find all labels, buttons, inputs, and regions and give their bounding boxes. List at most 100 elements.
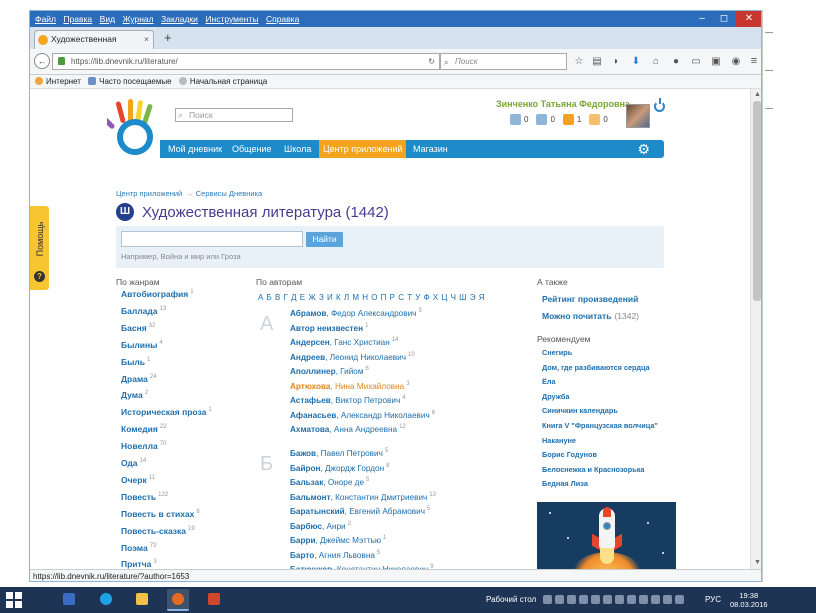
menu-bookmarks[interactable]: Закладки [161,11,198,27]
author-link[interactable]: Байрон, Джордж Гордон 8 [290,463,389,473]
also-link[interactable]: Можно почитать (1342) [542,311,639,321]
dnevnik-logo[interactable] [107,99,161,157]
address-bar[interactable]: https://lib.dnevnik.ru/literature/ ↻ [52,53,440,70]
also-link[interactable]: Рейтинг произведений [542,294,641,304]
menu-help[interactable]: Справка [266,11,299,27]
recommended-book-link[interactable]: Ёла [542,377,556,386]
author-link[interactable]: Артюхова, Нина Михайловна 3 [290,381,410,391]
genre-link[interactable]: Историческая проза 1 [121,407,212,417]
tray-icon[interactable] [639,595,648,604]
pocket-icon[interactable]: ◗ [610,55,622,68]
author-link[interactable]: Баратынский, Евгений Абрамович 5 [290,506,430,516]
breadcrumb-services[interactable]: Сервисы Дневника [196,189,262,198]
find-button[interactable]: Найти [306,232,343,247]
genre-link[interactable]: Автобиография 1 [121,289,194,299]
close-tab-icon[interactable]: × [144,31,149,48]
vertical-scrollbar[interactable]: ▲ ▼ [750,89,761,569]
synced-tabs-icon[interactable]: ▭ [690,55,702,68]
back-button[interactable]: ← [34,53,50,69]
genre-link[interactable]: Дума 2 [121,390,148,400]
hamburger-menu-icon[interactable]: ≡ [748,55,760,68]
home-icon[interactable]: ⌂ [650,55,662,68]
screenshot-icon[interactable]: ▣ [710,55,722,68]
genre-link[interactable]: Былины 4 [121,340,163,350]
tray-icon[interactable] [567,595,576,604]
taskbar-skype-icon[interactable] [95,589,117,611]
recommended-book-link[interactable]: Дружба [542,392,569,401]
author-link[interactable]: Астафьев, Виктор Петрович 4 [290,395,406,405]
maximize-button[interactable]: ◻ [713,11,735,27]
recommended-book-link[interactable]: Борис Годунов [542,450,597,459]
desktop-label[interactable]: Рабочий стол [486,587,536,613]
author-link[interactable]: Афанасьев, Александр Николаевич 6 [290,410,435,420]
author-link[interactable]: Автор неизвестен 1 [290,323,368,333]
genre-link[interactable]: Поэма 73 [121,543,156,553]
recommended-book-link[interactable]: Снегирь [542,348,572,357]
user-name[interactable]: Зинченко Татьяна Федоровна [496,99,630,109]
alphabet-index[interactable]: А Б В Г Д Е Ж З И К Л М Н О П Р С Т У Ф … [258,293,485,302]
nav-communication[interactable]: Общение [232,140,271,158]
tray-icon[interactable] [543,595,552,604]
menu-tools[interactable]: Инструменты [205,11,258,27]
recommended-book-link[interactable]: Бедная Лиза [542,479,588,488]
recommended-book-link[interactable]: Синичкин календарь [542,406,618,415]
library-search-input[interactable] [121,231,303,247]
genre-link[interactable]: Повесть 122 [121,492,168,502]
taskbar-explorer-icon[interactable] [131,589,153,611]
bookmark-start-page[interactable]: Начальная страница [178,75,267,89]
genre-link[interactable]: Повесть-сказка 19 [121,526,195,536]
notification-icon[interactable] [562,114,574,125]
genre-link[interactable]: Комедия 22 [121,424,167,434]
windows-start-icon[interactable] [6,592,22,608]
genre-link[interactable]: Ода 14 [121,458,146,468]
browser-search-input[interactable]: ⌕ Поиск [440,53,567,70]
tray-icon[interactable] [663,595,672,604]
genre-link[interactable]: Новелла 70 [121,441,166,451]
menu-history[interactable]: Журнал [123,11,154,27]
clock[interactable]: 19:38 08.03.2016 [730,591,768,609]
bookmarks-list-icon[interactable]: ▤ [591,55,603,68]
rocket-banner-image[interactable] [537,502,676,569]
nav-app-center[interactable]: Центр приложений [319,140,407,158]
language-indicator[interactable]: РУС [705,587,721,613]
addon-icon[interactable]: ◉ [730,55,742,68]
browser-tab[interactable]: Художественная литерат... × [34,30,154,61]
recommended-book-link[interactable]: Накануне [542,436,576,445]
taskbar-save-icon[interactable] [58,589,80,611]
help-tab[interactable]: Помощь ? [30,206,49,290]
downloads-icon[interactable]: ⬇ [630,55,642,68]
author-link[interactable]: Андреев, Леонид Николаевич 10 [290,352,415,362]
menu-file[interactable]: Файл [35,11,56,27]
nav-school[interactable]: Школа [284,140,311,158]
genre-link[interactable]: Очерк 11 [121,475,155,485]
tray-icon[interactable] [675,595,684,604]
calendar-icon[interactable] [589,114,601,125]
genre-link[interactable]: Притча 3 [121,559,157,569]
genre-link[interactable]: Повесть в стихах 6 [121,509,200,519]
close-window-button[interactable]: ✕ [735,11,761,27]
tray-icon[interactable] [603,595,612,604]
bookmark-internet[interactable]: Интернет [35,75,81,89]
author-link[interactable]: Абрамов, Федор Александрович 3 [290,308,422,318]
tray-icon[interactable] [555,595,564,604]
bookmark-star-icon[interactable]: ☆ [573,55,585,68]
tray-icon[interactable] [615,595,624,604]
breadcrumb-app-center[interactable]: Центр приложений [116,189,182,198]
recommended-book-link[interactable]: Дом, где разбиваются сердца [542,363,650,372]
taskbar-firefox-icon[interactable] [167,589,189,611]
genre-link[interactable]: Драма 24 [121,374,157,384]
tray-icon[interactable] [579,595,588,604]
author-link[interactable]: Барто, Агния Львовна 5 [290,550,380,560]
author-link[interactable]: Барри, Джеймс Мэттью 1 [290,535,386,545]
tray-icon[interactable] [651,595,660,604]
recommended-book-link[interactable]: Книга V "Французская волчица" [542,421,658,430]
avatar[interactable] [626,104,650,128]
menu-edit[interactable]: Правка [63,11,92,27]
people-icon[interactable] [536,114,548,125]
genre-link[interactable]: Быль 1 [121,357,150,367]
nav-my-diary[interactable]: Мой дневник [168,140,222,158]
author-link[interactable]: Барбюс, Анри 2 [290,521,351,531]
settings-gear-icon[interactable]: ⚙ [637,141,650,157]
bookmark-most-visited[interactable]: Часто посещаемые [88,75,172,89]
new-tab-button[interactable]: + [164,30,172,45]
